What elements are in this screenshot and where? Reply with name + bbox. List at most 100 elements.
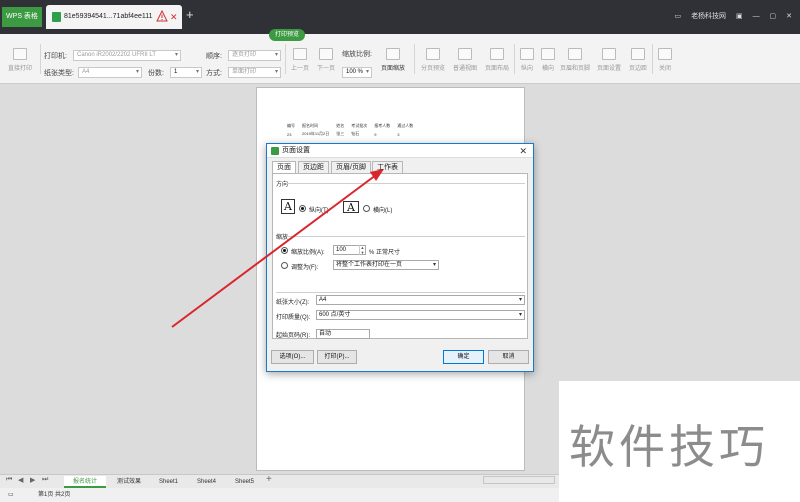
sheet-tab-4[interactable]: Sheet5 bbox=[226, 476, 264, 488]
dialog-title-bar[interactable]: 页面设置 ✕ bbox=[267, 144, 533, 158]
table-header: 考试批次 bbox=[351, 123, 368, 128]
chat-icon[interactable]: ▣ bbox=[736, 13, 743, 20]
table-row: 编号 报名时间 姓名 考试批次 报考人数 通过人数 bbox=[287, 122, 420, 130]
order-select[interactable]: 逐页打印 bbox=[228, 50, 281, 61]
wps-app-tab[interactable]: WPS 表格 bbox=[2, 7, 42, 27]
tab-sheet[interactable]: 工作表 bbox=[372, 161, 403, 173]
table-cell: 2019年11月2日 bbox=[302, 131, 330, 136]
normal-view-button[interactable]: 普通视图 bbox=[450, 48, 480, 72]
ok-button[interactable]: 确定 bbox=[443, 350, 484, 364]
fit-select[interactable]: 将整个工作表打印在一页 bbox=[333, 260, 439, 270]
copies-input[interactable]: 1 bbox=[170, 67, 202, 78]
zoom-select[interactable]: 100 % bbox=[342, 67, 372, 78]
group-divider bbox=[276, 292, 525, 293]
paper-size-label: 纸张大小(Z): bbox=[276, 300, 310, 306]
close-tab-icon[interactable]: ✕ bbox=[170, 5, 178, 29]
scale-input[interactable]: 100 ▲ ▼ bbox=[333, 245, 366, 255]
close-window-icon[interactable]: ✕ bbox=[786, 13, 792, 20]
first-page-label: 起始页码(R): bbox=[276, 333, 310, 339]
sheet-last-icon[interactable]: ⏭ bbox=[42, 476, 48, 484]
mode-select[interactable]: 单面打印 bbox=[228, 67, 281, 78]
page-setup-button[interactable]: 页面设置 bbox=[594, 48, 624, 72]
zoom-label: 缩放比例: bbox=[342, 51, 372, 58]
mode-label: 方式: bbox=[206, 70, 222, 77]
page-layout-button[interactable]: 页面布局 bbox=[482, 48, 512, 72]
prev-page-button[interactable]: 上一页 bbox=[288, 48, 312, 72]
add-sheet-icon[interactable]: + bbox=[266, 474, 272, 485]
paper-type-select[interactable]: A4 bbox=[78, 67, 142, 78]
next-page-button[interactable]: 下一页 bbox=[314, 48, 338, 72]
watermark: 软件技巧 bbox=[559, 381, 800, 502]
prev-page-icon bbox=[293, 48, 307, 60]
printer-select[interactable]: Canon iR2002/2202 UFRII LT bbox=[73, 50, 181, 61]
group-divider bbox=[287, 183, 525, 184]
print-quality-select[interactable]: 600 点/英寸 bbox=[316, 310, 525, 320]
window-icon[interactable]: ▭ bbox=[674, 13, 681, 20]
page-tab-panel: 方向 A 纵向(T) A 横向(L) 缩放 缩放比例(A): 100 ▲ ▼ % … bbox=[272, 173, 528, 339]
watermark-text: 软件技巧 bbox=[569, 420, 769, 474]
first-page-input[interactable]: 自动 bbox=[316, 329, 370, 339]
page-zoom-button[interactable]: 页面缩放 bbox=[376, 48, 410, 72]
scale-spinner[interactable]: ▲ ▼ bbox=[359, 245, 365, 255]
document-tab[interactable]: 81e59394541...71abf4ee111 ✕ bbox=[46, 5, 182, 29]
landscape-radio[interactable] bbox=[363, 205, 370, 212]
direct-print-button[interactable]: 直接打印 bbox=[6, 48, 34, 72]
page-break-icon bbox=[426, 48, 440, 60]
table-cell: 钻石 bbox=[351, 131, 360, 136]
table-cell: 3 bbox=[397, 131, 400, 137]
page-setup-icon bbox=[602, 48, 616, 60]
divider bbox=[652, 44, 653, 74]
sheet-next-icon[interactable]: ▶ bbox=[30, 476, 35, 484]
sheet-tab-2[interactable]: Sheet1 bbox=[150, 476, 188, 488]
tab-header-footer[interactable]: 页眉/页脚 bbox=[331, 161, 371, 173]
fit-radio[interactable] bbox=[281, 262, 288, 269]
table-cell: 9 bbox=[374, 131, 377, 137]
sheet-first-icon[interactable]: ⏮ bbox=[6, 476, 12, 484]
tab-margins[interactable]: 页边距 bbox=[298, 161, 329, 173]
scale-value: 100 bbox=[336, 247, 347, 253]
header-footer-button[interactable]: 页眉和页脚 bbox=[558, 48, 592, 72]
horizontal-scrollbar[interactable] bbox=[483, 476, 555, 484]
close-icon[interactable]: ✕ bbox=[519, 144, 527, 158]
landscape-icon bbox=[541, 48, 555, 60]
spreadsheet-icon bbox=[52, 12, 61, 22]
landscape-button[interactable]: 横向 bbox=[538, 48, 558, 72]
table-cell: 张三 bbox=[336, 131, 345, 136]
new-tab-icon[interactable]: + bbox=[186, 7, 194, 22]
scale-suffix: % 正常尺寸 bbox=[369, 250, 401, 256]
portrait-icon bbox=[520, 48, 534, 60]
margins-button[interactable]: 页边距 bbox=[626, 48, 650, 72]
sheet-tab-3[interactable]: Sheet4 bbox=[188, 476, 226, 488]
close-icon bbox=[658, 48, 672, 60]
spreadsheet-icon bbox=[271, 147, 279, 155]
sheet-prev-icon[interactable]: ◀ bbox=[18, 476, 23, 484]
portrait-orientation-icon: A bbox=[281, 199, 295, 214]
close-preview-button[interactable]: 关闭 bbox=[655, 48, 675, 72]
sheet-tab-0[interactable]: 报名统计 bbox=[64, 476, 107, 488]
titlebar-right: ▭ 老杨科技网 ▣ — ▢ ✕ bbox=[666, 0, 792, 34]
page-break-preview-button[interactable]: 分页预览 bbox=[418, 48, 448, 72]
print-preview-badge: 打印预览 bbox=[269, 29, 306, 41]
scale-radio[interactable] bbox=[281, 247, 288, 254]
divider bbox=[414, 44, 415, 74]
dialog-title: 页面设置 bbox=[282, 147, 310, 154]
table-header: 编号 bbox=[287, 123, 295, 128]
user-name[interactable]: 老杨科技网 bbox=[691, 13, 726, 20]
sheet-tab-1[interactable]: 测试效果 bbox=[108, 476, 151, 488]
cancel-button[interactable]: 取消 bbox=[488, 350, 529, 364]
portrait-radio[interactable] bbox=[299, 205, 306, 212]
options-button[interactable]: 选项(O)... bbox=[271, 350, 314, 364]
printer-icon bbox=[13, 48, 27, 60]
page-setup-dialog: 页面设置 ✕ 页面 页边距 页眉/页脚 工作表 方向 A 纵向(T) A 横向(… bbox=[266, 143, 534, 372]
minimize-icon[interactable]: — bbox=[753, 13, 760, 20]
maximize-icon[interactable]: ▢ bbox=[770, 13, 777, 20]
page-info: 第1页 共2页 bbox=[38, 492, 71, 498]
portrait-button[interactable]: 纵向 bbox=[517, 48, 537, 72]
title-bar: WPS 表格 81e59394541...71abf4ee111 ✕ + ▭ 老… bbox=[0, 0, 800, 34]
preview-table: 编号 报名时间 姓名 考试批次 报考人数 通过人数 23 2019年11月2日 … bbox=[287, 122, 420, 138]
document-tab-title: 81e59394541...71abf4ee111 bbox=[64, 13, 153, 20]
fit-label: 调整为(F): bbox=[291, 265, 319, 271]
paper-size-select[interactable]: A4 bbox=[316, 295, 525, 305]
page-zoom-icon bbox=[386, 48, 400, 60]
print-button[interactable]: 打印(P)... bbox=[317, 350, 357, 364]
